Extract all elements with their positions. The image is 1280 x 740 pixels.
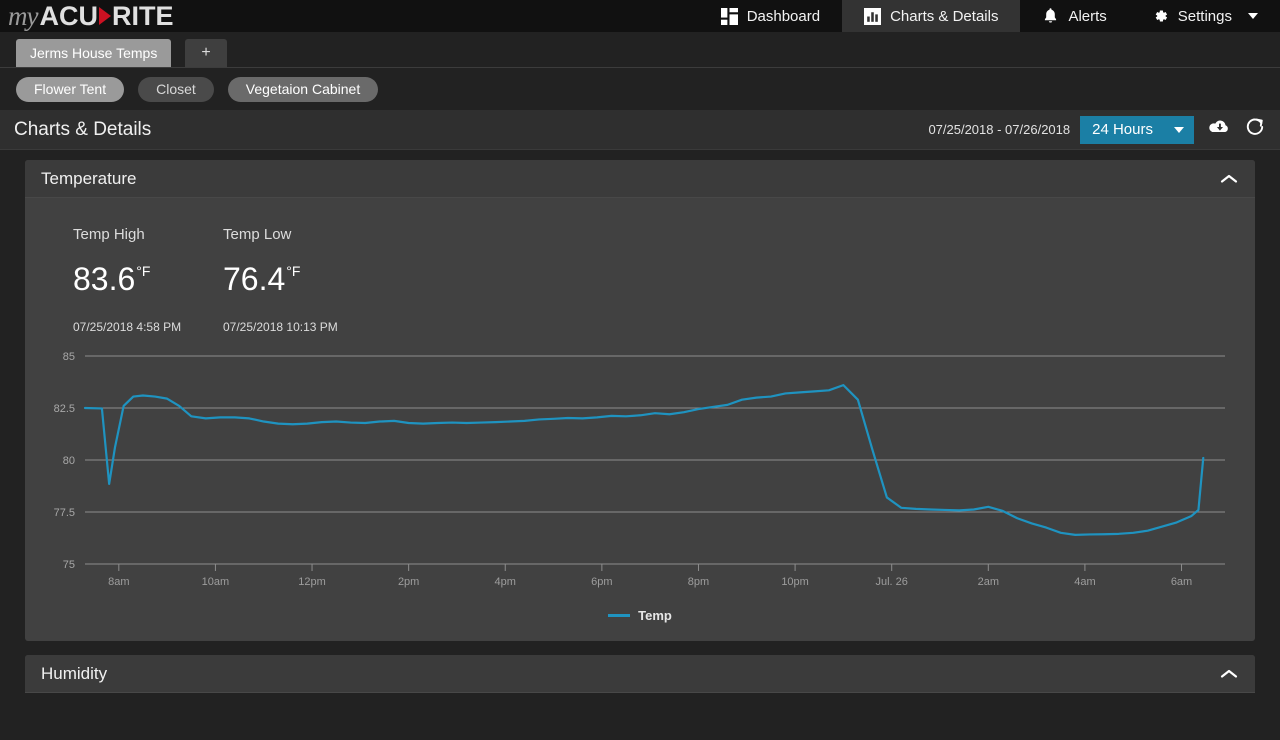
temperature-chart: 85 82.5 80 77.5 75 8am 10am 12pm 2pm 4pm 6pm 8pm 10p… bbox=[37, 348, 1243, 598]
temperature-panel: Temperature Temp High 83.6 °F Temp Low 7… bbox=[25, 160, 1255, 641]
stat-temp-high: Temp High 83.6 °F bbox=[73, 226, 223, 298]
brand-rite: RITE bbox=[111, 0, 174, 31]
temperature-panel-header[interactable]: Temperature bbox=[25, 160, 1255, 198]
chevron-up-icon[interactable] bbox=[1219, 173, 1239, 185]
stat-temp-low: Temp Low 76.4 °F bbox=[223, 226, 373, 298]
humidity-panel-title: Humidity bbox=[41, 663, 108, 683]
download-button[interactable] bbox=[1208, 119, 1230, 141]
chevron-up-icon[interactable] bbox=[1219, 668, 1239, 680]
add-tab-button[interactable]: + bbox=[185, 39, 227, 67]
bar-chart-icon bbox=[864, 7, 882, 25]
temperature-panel-body: Temp High 83.6 °F Temp Low 76.4 °F 07/25… bbox=[25, 198, 1255, 641]
section-header: Charts & Details 07/25/2018 - 07/26/2018… bbox=[0, 110, 1280, 150]
svg-text:10am: 10am bbox=[202, 576, 230, 588]
temperature-chart-svg: 85 82.5 80 77.5 75 8am 10am 12pm 2pm 4pm 6pm 8pm 10p… bbox=[54, 351, 1225, 588]
stat-unit: °F bbox=[136, 263, 151, 279]
stat-timestamp-high: 07/25/2018 4:58 PM bbox=[73, 320, 182, 334]
svg-text:10pm: 10pm bbox=[781, 576, 809, 588]
nav-label-dashboard: Dashboard bbox=[746, 7, 821, 25]
svg-text:12pm: 12pm bbox=[298, 576, 326, 588]
refresh-icon bbox=[1245, 117, 1265, 142]
nav-label-charts-details: Charts & Details bbox=[890, 7, 999, 25]
svg-text:77.5: 77.5 bbox=[54, 507, 75, 519]
temperature-stats: Temp High 83.6 °F Temp Low 76.4 °F bbox=[37, 226, 1243, 298]
dashboard-tab-strip: Jerms House Temps + bbox=[0, 32, 1280, 68]
svg-text:8am: 8am bbox=[108, 576, 129, 588]
svg-text:6pm: 6pm bbox=[591, 576, 612, 588]
stat-label: Temp High bbox=[73, 226, 145, 243]
nav-items: Dashboard Charts & Details Alerts Settin… bbox=[699, 0, 1280, 32]
panels-container: Temperature Temp High 83.6 °F Temp Low 7… bbox=[0, 150, 1280, 641]
brand-acu: ACU bbox=[39, 0, 98, 31]
page-title: Charts & Details bbox=[14, 118, 152, 140]
humidity-panel-header[interactable]: Humidity bbox=[25, 655, 1255, 693]
chevron-down-icon[interactable] bbox=[1248, 13, 1258, 19]
nav-label-alerts: Alerts bbox=[1068, 7, 1107, 25]
humidity-panel-container: Humidity bbox=[0, 641, 1280, 693]
device-pill-label: Closet bbox=[156, 81, 196, 97]
bell-icon bbox=[1042, 7, 1059, 25]
nav-item-dashboard[interactable]: Dashboard bbox=[699, 0, 842, 32]
nav-item-charts-details[interactable]: Charts & Details bbox=[842, 0, 1021, 32]
add-tab-label: + bbox=[201, 44, 211, 61]
nav-item-alerts[interactable]: Alerts bbox=[1020, 0, 1128, 32]
legend-line-marker bbox=[608, 614, 631, 617]
stat-value-wrap: 83.6 °F bbox=[73, 261, 223, 298]
cloud-download-icon bbox=[1208, 118, 1230, 141]
device-pill-label: Vegetaion Cabinet bbox=[245, 81, 361, 97]
svg-text:Jul. 26: Jul. 26 bbox=[875, 576, 907, 588]
temperature-panel-title: Temperature bbox=[41, 168, 137, 188]
nav-item-settings[interactable]: Settings bbox=[1129, 0, 1280, 32]
nav-label-settings: Settings bbox=[1177, 7, 1232, 25]
top-navigation-bar: my ACU RITE Dashboard Charts & Details A… bbox=[0, 0, 1280, 32]
device-pill-label: Flower Tent bbox=[34, 81, 107, 97]
stat-value: 76.4 bbox=[223, 261, 286, 297]
date-range-label: 07/25/2018 - 07/26/2018 bbox=[928, 122, 1071, 137]
stat-value: 83.6 bbox=[73, 261, 136, 297]
stat-unit: °F bbox=[286, 263, 301, 279]
stat-label: Temp Low bbox=[223, 226, 292, 243]
svg-text:80: 80 bbox=[63, 455, 75, 467]
device-pill-flower-tent[interactable]: Flower Tent bbox=[16, 76, 125, 102]
humidity-panel: Humidity bbox=[25, 655, 1255, 693]
stat-timestamp-low: 07/25/2018 10:13 PM bbox=[223, 320, 338, 334]
tab-jerms-house-temps[interactable]: Jerms House Temps bbox=[16, 39, 172, 67]
legend-label-temp: Temp bbox=[638, 608, 672, 623]
svg-text:4am: 4am bbox=[1074, 576, 1095, 588]
svg-text:2am: 2am bbox=[978, 576, 999, 588]
device-pill-vegetaion-cabinet[interactable]: Vegetaion Cabinet bbox=[227, 76, 379, 102]
svg-text:6am: 6am bbox=[1171, 576, 1192, 588]
svg-text:2pm: 2pm bbox=[398, 576, 419, 588]
svg-text:82.5: 82.5 bbox=[54, 403, 75, 415]
svg-text:4pm: 4pm bbox=[495, 576, 516, 588]
refresh-button[interactable] bbox=[1244, 117, 1266, 142]
time-range-value: 24 Hours bbox=[1092, 121, 1153, 138]
chevron-down-icon bbox=[1174, 126, 1184, 133]
brand-logo[interactable]: my ACU RITE bbox=[0, 0, 174, 32]
gear-icon bbox=[1151, 7, 1169, 25]
temperature-stat-timestamps: 07/25/2018 4:58 PM 07/25/2018 10:13 PM bbox=[37, 320, 1243, 334]
brand-triangle-icon bbox=[98, 7, 111, 25]
tab-label: Jerms House Temps bbox=[30, 45, 158, 61]
stat-value-wrap: 76.4 °F bbox=[223, 261, 373, 298]
device-selector-row: Flower Tent Closet Vegetaion Cabinet bbox=[0, 68, 1280, 110]
svg-text:75: 75 bbox=[63, 559, 75, 571]
svg-text:85: 85 bbox=[63, 351, 75, 363]
time-range-select[interactable]: 24 Hours bbox=[1080, 115, 1194, 144]
brand-my: my bbox=[8, 0, 39, 31]
svg-text:8pm: 8pm bbox=[688, 576, 709, 588]
chart-legend: Temp bbox=[37, 608, 1243, 623]
device-pill-closet[interactable]: Closet bbox=[138, 76, 214, 102]
dashboard-grid-icon bbox=[720, 7, 738, 25]
